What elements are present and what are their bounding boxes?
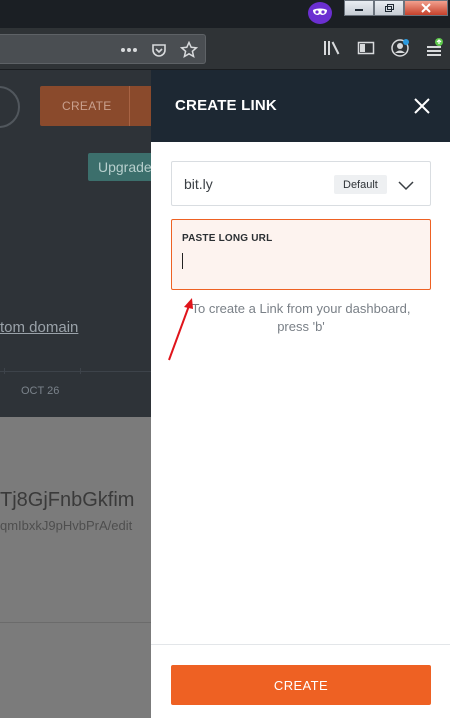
bookmark-star-icon[interactable]	[179, 40, 199, 60]
maximize-icon[interactable]	[374, 0, 404, 16]
pocket-icon[interactable]	[149, 40, 169, 60]
long-url-field[interactable]: PASTE LONG URL	[171, 219, 431, 290]
panel-header: CREATE LINK	[151, 70, 450, 142]
create-link-panel: CREATE LINK bit.ly Default PASTE LONG UR…	[151, 70, 450, 718]
close-panel-button[interactable]	[410, 94, 434, 118]
window-controls	[344, 0, 448, 16]
more-icon[interactable]	[119, 40, 139, 60]
link-title: Tj8GjFnbGkfim	[0, 489, 135, 511]
mask-icon[interactable]	[308, 2, 332, 24]
chart-tick	[80, 368, 81, 374]
annotation-arrow-icon	[168, 298, 193, 361]
dashboard-header-area: CREATE Upgrade tom domain OCT 26	[0, 70, 152, 417]
long-url-label: PASTE LONG URL	[182, 233, 273, 244]
account-icon[interactable]	[390, 38, 410, 58]
panel-title: CREATE LINK	[175, 97, 277, 114]
search-icon[interactable]	[0, 86, 20, 128]
chart-date-label: OCT 26	[21, 385, 60, 397]
keyboard-hint: To create a Link from your dashboard, pr…	[191, 301, 411, 334]
upgrade-label: Upgrade	[98, 159, 152, 175]
browser-toolbar	[0, 28, 450, 70]
footer-divider	[151, 644, 450, 645]
dashboard-create-separator	[129, 86, 130, 126]
domain-value: bit.ly	[184, 176, 213, 192]
url-actions	[119, 40, 199, 60]
link-url[interactable]: qmIbxkJ9pHvbPrA/edit	[0, 518, 132, 533]
background-page: CREATE Upgrade tom domain OCT 26 Tj8GjFn…	[0, 70, 152, 718]
menu-icon[interactable]	[424, 38, 444, 58]
window-titlebar	[0, 0, 450, 28]
toolbar-icons	[322, 38, 444, 58]
text-cursor	[182, 253, 183, 269]
upgrade-button[interactable]: Upgrade	[88, 153, 152, 181]
library-icon[interactable]	[322, 38, 342, 58]
dashboard-create-label: CREATE	[62, 99, 112, 113]
chevron-down-icon	[398, 178, 414, 196]
close-icon	[414, 98, 430, 114]
default-badge: Default	[334, 175, 387, 194]
minimize-icon[interactable]	[344, 0, 374, 16]
sidebar-icon[interactable]	[356, 38, 376, 58]
address-bar[interactable]	[0, 34, 206, 64]
create-link-button[interactable]: CREATE	[171, 665, 431, 705]
custom-domain-link[interactable]: tom domain	[0, 319, 78, 336]
link-detail-area: Tj8GjFnbGkfim qmIbxkJ9pHvbPrA/edit	[0, 417, 152, 718]
divider	[0, 622, 152, 623]
chart-tick	[4, 368, 5, 374]
domain-select[interactable]: bit.ly Default	[171, 161, 431, 206]
chart-axis	[0, 371, 152, 372]
long-url-input[interactable]	[182, 250, 418, 270]
dashboard-create-button[interactable]: CREATE	[40, 86, 152, 126]
close-icon[interactable]	[404, 0, 448, 16]
